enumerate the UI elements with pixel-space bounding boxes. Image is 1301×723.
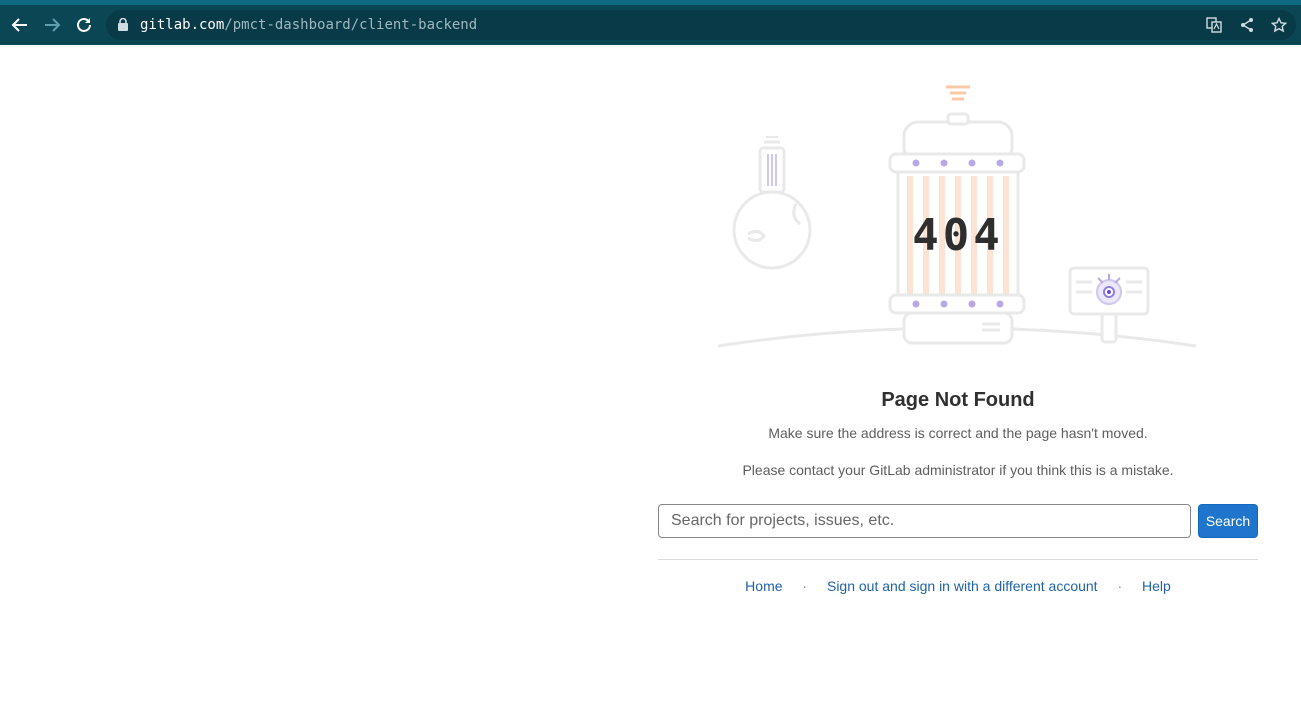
reload-icon[interactable] (72, 13, 96, 37)
tower-icon (758, 136, 786, 194)
browser-toolbar: gitlab.com/pmct-dashboard/client-backend (0, 0, 1301, 45)
back-arrow-icon[interactable] (8, 13, 32, 37)
search-input[interactable] (658, 504, 1191, 538)
page-title: Page Not Found (881, 389, 1035, 411)
forward-arrow-icon[interactable] (40, 13, 64, 37)
share-icon[interactable] (1239, 17, 1257, 35)
translate-icon[interactable] (1206, 17, 1224, 35)
message-address: Make sure the address is correct and the… (768, 425, 1148, 441)
sign-out-link[interactable]: Sign out and sign in with a different ac… (827, 578, 1098, 594)
message-contact-admin: Please contact your GitLab administrator… (742, 462, 1174, 478)
capsule-icon: 404 (888, 85, 1026, 345)
url-text[interactable]: gitlab.com/pmct-dashboard/client-backend (140, 17, 477, 33)
separator-dot: · (1117, 578, 1123, 594)
help-link[interactable]: Help (1142, 578, 1171, 594)
error-code-text: 404 (912, 210, 1003, 261)
search-button[interactable]: Search (1198, 504, 1258, 538)
footer-links: Home · Sign out and sign in with a diffe… (658, 578, 1258, 594)
separator-dot: · (802, 578, 808, 594)
404-illustration: 404 (718, 85, 1197, 348)
star-icon[interactable] (1270, 16, 1289, 35)
lock-icon[interactable] (118, 17, 128, 36)
address-bar[interactable]: gitlab.com/pmct-dashboard/client-backend (106, 10, 1296, 40)
divider (658, 559, 1258, 560)
home-link[interactable]: Home (745, 578, 782, 594)
planet-icon (732, 190, 812, 270)
signpost-icon (1068, 266, 1150, 344)
